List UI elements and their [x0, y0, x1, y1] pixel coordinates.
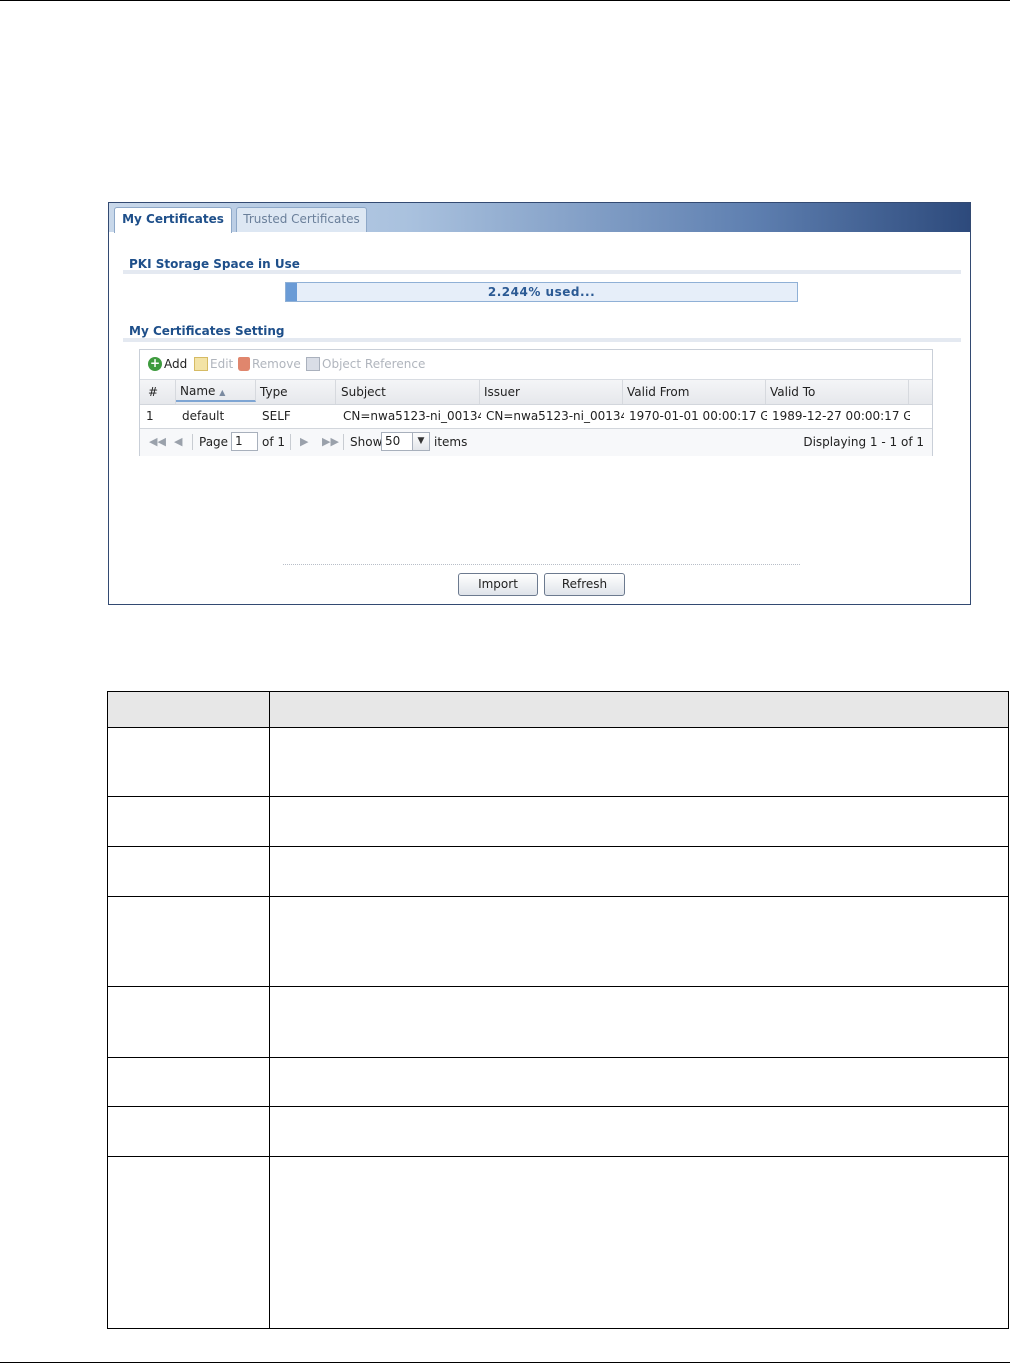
grid-column-header: # Name ▲ Type Subject Issuer Valid From …	[140, 379, 932, 405]
refresh-button[interactable]: Refresh	[544, 573, 625, 596]
displaying-status: Displaying 1 - 1 of 1	[803, 435, 924, 449]
page-label: Page	[199, 435, 229, 449]
table-cell	[107, 986, 270, 1058]
table-row	[107, 1057, 1009, 1107]
cell-valid-from: 1970-01-01 00:00:17 GMT	[629, 409, 767, 423]
tab-trusted-certificates[interactable]: Trusted Certificates	[236, 207, 367, 232]
tab-bar: My Certificates Trusted Certificates	[109, 203, 970, 233]
table-row	[107, 1156, 1009, 1329]
pager-separator	[192, 434, 193, 450]
page-count-label: of 1	[262, 435, 286, 449]
page-top-rule	[0, 0, 1010, 1]
table-row	[107, 986, 1009, 1058]
table-cell	[269, 846, 1009, 897]
cell-valid-to: 1989-12-27 00:00:17 GMT	[772, 409, 910, 423]
table-cell	[107, 896, 270, 987]
tab-my-certificates[interactable]: My Certificates	[114, 207, 232, 233]
pager-separator	[290, 434, 291, 450]
table-row	[107, 1106, 1009, 1157]
section-divider	[123, 270, 961, 274]
table-cell	[107, 1106, 270, 1157]
object-reference-label: Object Reference	[322, 357, 426, 371]
chevron-down-icon[interactable]: ▼	[412, 432, 430, 451]
next-page-icon[interactable]: ▶	[300, 434, 308, 450]
remove-button[interactable]: Remove	[238, 356, 301, 372]
show-label: Show	[350, 435, 383, 449]
column-subject[interactable]: Subject	[337, 380, 480, 404]
table-cell	[107, 796, 270, 847]
page-size-select[interactable]: 50	[381, 432, 413, 451]
table-cell	[269, 796, 1009, 847]
grid-toolbar: + Add Edit Remove Object Reference	[140, 350, 932, 378]
remove-label: Remove	[252, 357, 301, 371]
first-page-icon[interactable]: ◀◀	[149, 434, 166, 450]
column-name-label: Name	[180, 384, 216, 398]
table-cell	[269, 1106, 1009, 1157]
cell-subject: CN=nwa5123-ni_00134...	[343, 409, 481, 423]
trash-icon	[238, 357, 250, 371]
column-issuer[interactable]: Issuer	[480, 380, 623, 404]
buttons-divider	[283, 564, 800, 565]
grid-pager: ◀◀ ◀ Page 1 of 1 ▶ ▶▶ Show 50 ▼ items Di…	[140, 428, 932, 456]
cell-name: default	[182, 409, 225, 423]
page-bottom-rule	[0, 1362, 1010, 1363]
add-label: Add	[164, 357, 188, 371]
add-button[interactable]: + Add	[148, 356, 187, 372]
table-cell	[269, 986, 1009, 1058]
import-button[interactable]: Import	[458, 573, 538, 596]
edit-icon	[194, 357, 208, 371]
table-row	[107, 796, 1009, 847]
table-cell	[269, 896, 1009, 987]
table-cell	[107, 1057, 270, 1107]
object-reference-button[interactable]: Object Reference	[306, 356, 425, 372]
column-type[interactable]: Type	[256, 380, 336, 404]
table-cell	[269, 1156, 1009, 1329]
last-page-icon[interactable]: ▶▶	[322, 434, 339, 450]
table-row	[107, 727, 1009, 797]
table-cell	[269, 1057, 1009, 1107]
my-certificates-setting-title: My Certificates Setting	[129, 324, 285, 338]
pager-separator	[343, 434, 344, 450]
add-icon: +	[148, 356, 162, 371]
edit-label: Edit	[210, 357, 234, 371]
cell-type: SELF	[262, 409, 291, 423]
table-row	[107, 896, 1009, 987]
table-cell	[107, 691, 270, 728]
storage-progress-text: 2.244% used...	[487, 285, 596, 299]
column-index[interactable]: #	[144, 380, 176, 404]
cell-index: 1	[146, 409, 154, 423]
section-divider	[123, 338, 961, 342]
sort-ascending-icon: ▲	[219, 388, 226, 397]
previous-page-icon[interactable]: ◀	[174, 434, 182, 450]
table-cell	[107, 1156, 270, 1329]
table-cell	[107, 846, 270, 897]
object-reference-icon	[306, 357, 320, 371]
column-name[interactable]: Name ▲	[176, 380, 256, 402]
description-table	[107, 691, 1009, 1329]
certificates-grid: + Add Edit Remove Object Reference # Nam…	[139, 349, 933, 456]
pki-storage-title: PKI Storage Space in Use	[129, 257, 300, 271]
table-row	[107, 691, 1009, 728]
certificates-window: My Certificates Trusted Certificates PKI…	[108, 202, 971, 605]
table-row	[107, 846, 1009, 897]
page-number-input[interactable]: 1	[231, 432, 258, 451]
storage-progress-bar: 2.244% used...	[285, 282, 798, 302]
column-valid-from[interactable]: Valid From	[623, 380, 766, 404]
items-label: items	[434, 435, 468, 449]
edit-button[interactable]: Edit	[194, 356, 233, 372]
column-valid-to[interactable]: Valid To	[766, 380, 909, 404]
table-cell	[107, 727, 270, 797]
cell-issuer: CN=nwa5123-ni_00134...	[486, 409, 624, 423]
table-row[interactable]: 1 default SELF CN=nwa5123-ni_00134... CN…	[140, 404, 932, 428]
table-cell	[269, 691, 1009, 728]
table-cell	[269, 727, 1009, 797]
